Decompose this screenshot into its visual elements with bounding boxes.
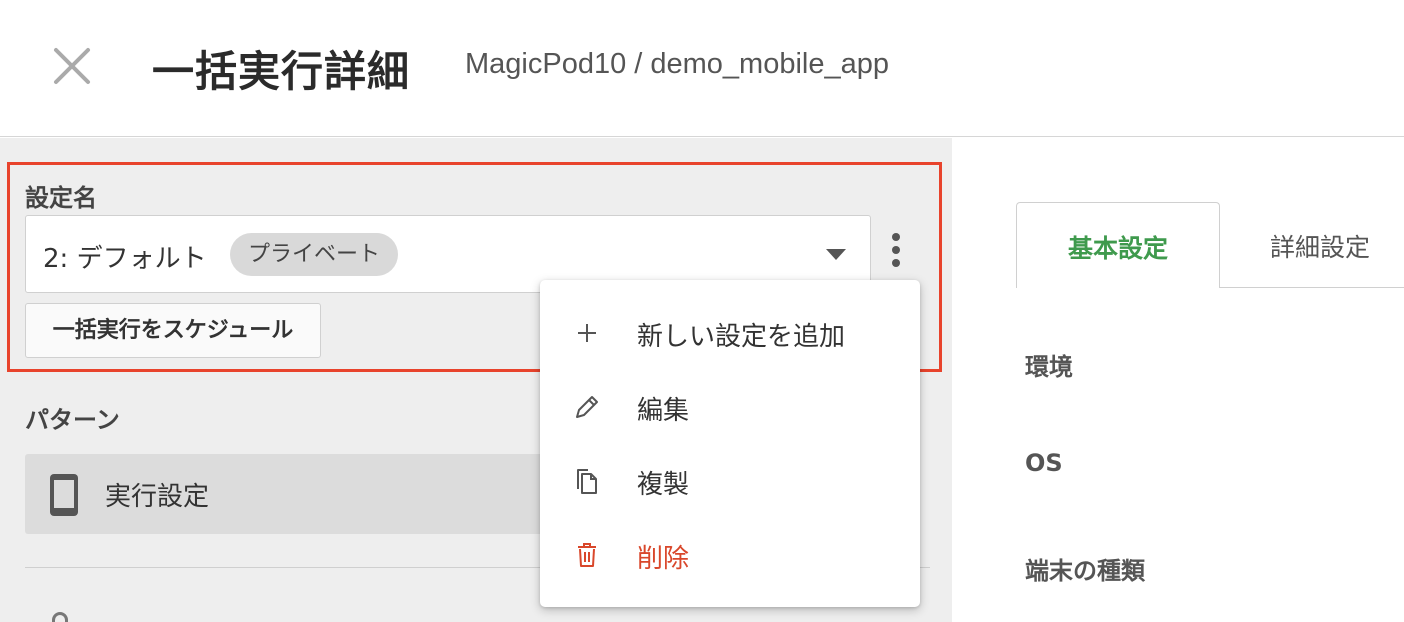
trash-icon bbox=[578, 543, 596, 567]
more-options-button[interactable] bbox=[884, 233, 908, 273]
header-bar: 一括実行詳細 MagicPod10 / demo_mobile_app bbox=[0, 0, 1404, 137]
tab-basic-settings[interactable]: 基本設定 bbox=[1016, 202, 1220, 288]
plus-icon bbox=[578, 324, 596, 342]
setting-name-label: 設定名 bbox=[25, 184, 97, 212]
menu-item-delete[interactable]: 削除 bbox=[540, 518, 920, 590]
os-label: OS bbox=[1025, 449, 1063, 477]
schedule-batch-run-button[interactable]: 一括実行をスケジュール bbox=[25, 303, 321, 358]
tab-advanced-settings-label: 詳細設定 bbox=[1270, 233, 1371, 262]
menu-item-label: 複製 bbox=[637, 470, 690, 500]
menu-item-duplicate[interactable]: 複製 bbox=[540, 444, 920, 516]
menu-item-label: 編集 bbox=[637, 396, 690, 426]
copy-icon bbox=[577, 469, 597, 494]
menu-item-label: 削除 bbox=[637, 544, 690, 574]
options-menu: 新しい設定を追加 編集 複製 削除 bbox=[540, 280, 920, 607]
tab-active-gap bbox=[1017, 287, 1219, 288]
tab-advanced-settings[interactable]: 詳細設定 bbox=[1220, 202, 1404, 288]
pattern-item-label: 実行設定 bbox=[105, 482, 210, 512]
close-button[interactable] bbox=[48, 42, 96, 90]
kebab-dot-icon bbox=[892, 259, 900, 267]
chevron-down-icon bbox=[826, 249, 846, 260]
pencil-icon bbox=[576, 396, 598, 418]
mobile-phone-icon bbox=[50, 474, 78, 516]
kebab-dot-icon bbox=[892, 246, 900, 254]
setting-select-value: 2: デフォルト bbox=[43, 244, 207, 274]
page-title: 一括実行詳細 bbox=[152, 47, 411, 96]
menu-item-add-setting[interactable]: 新しい設定を追加 bbox=[540, 296, 920, 368]
menu-item-label: 新しい設定を追加 bbox=[637, 322, 846, 352]
partial-icon bbox=[52, 612, 68, 622]
pattern-label: パターン bbox=[25, 406, 120, 434]
kebab-dot-icon bbox=[892, 233, 900, 241]
right-panel: 基本設定 詳細設定 環境 OS 端末の種類 bbox=[952, 138, 1404, 622]
private-badge: プライベート bbox=[230, 233, 399, 276]
project-breadcrumb: MagicPod10 / demo_mobile_app bbox=[465, 48, 889, 80]
tab-basic-settings-label: 基本設定 bbox=[1067, 234, 1168, 263]
close-icon bbox=[54, 48, 90, 84]
device-type-label: 端末の種類 bbox=[1025, 557, 1145, 585]
environment-label: 環境 bbox=[1025, 353, 1073, 381]
menu-item-edit[interactable]: 編集 bbox=[540, 370, 920, 442]
